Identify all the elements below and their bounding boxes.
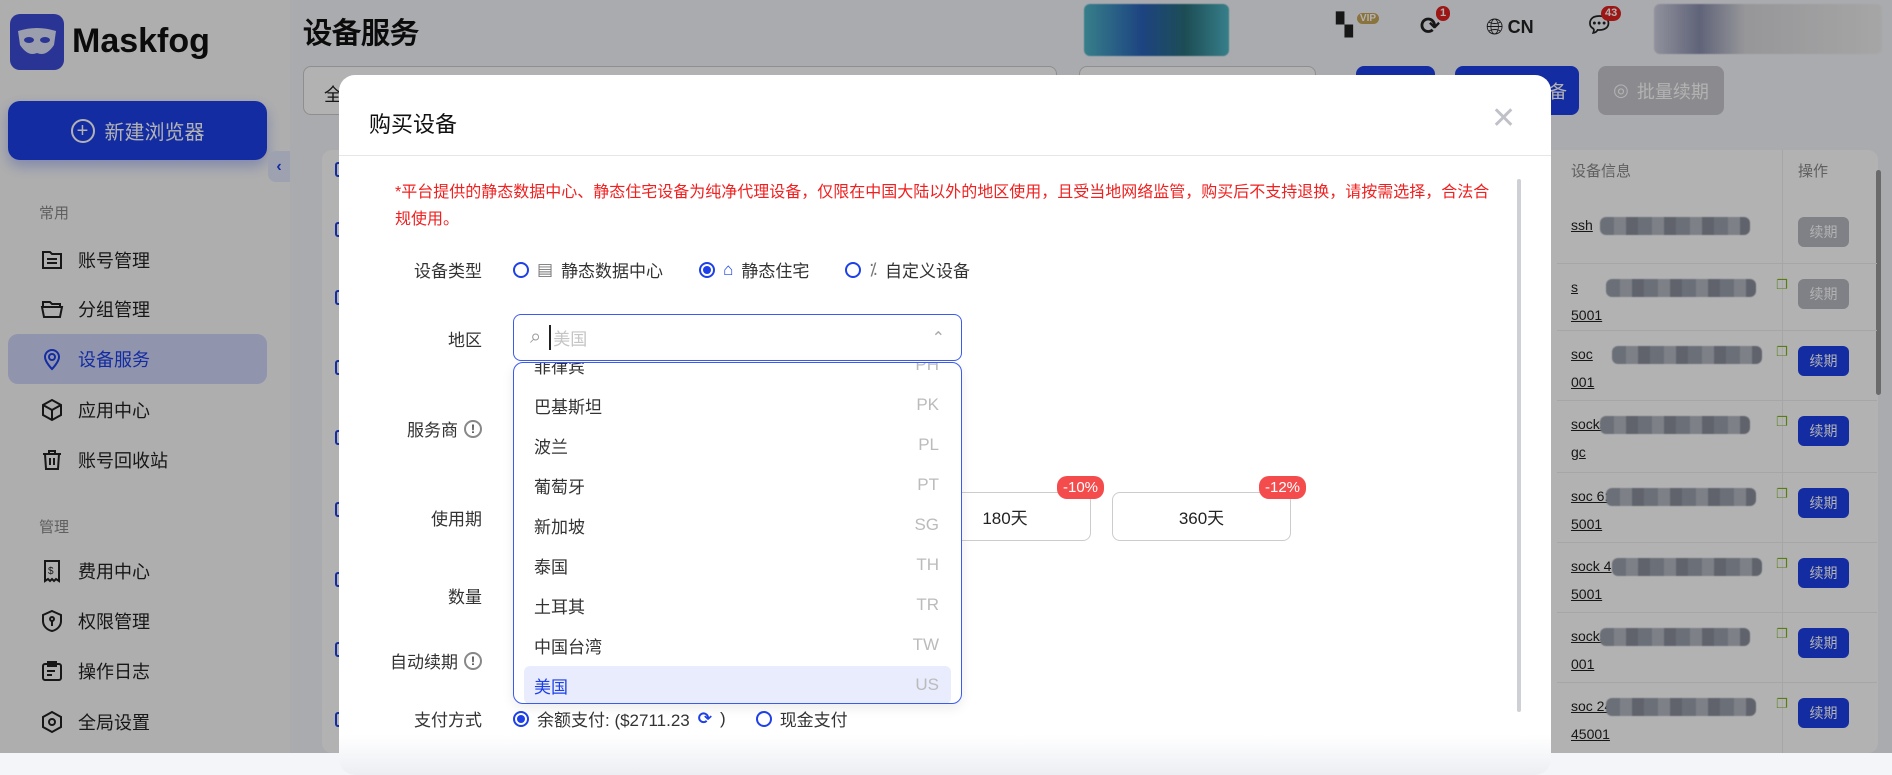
region-option-us[interactable]: 美国 US	[524, 666, 951, 703]
cash-label: 现金支付	[779, 711, 848, 730]
region-option-tr[interactable]: 土耳其 TR	[524, 586, 951, 624]
compliance-warning: *平台提供的静态数据中心、静态住宅设备为纯净代理设备，仅限在中国大陆以外的地区使…	[395, 184, 1490, 228]
server-icon: ▤	[537, 259, 554, 279]
region-name: 波兰	[534, 437, 568, 457]
region-select[interactable]: ⌕ 美国 ⌃	[513, 314, 962, 361]
region-name: 泰国	[534, 557, 568, 577]
period-option-360[interactable]: 360天	[1112, 492, 1291, 541]
info-icon[interactable]: !	[464, 419, 482, 438]
dialog-title: 购买设备	[369, 112, 458, 137]
region-code: PK	[916, 395, 939, 414]
label-region: 地区	[352, 326, 482, 351]
info-icon[interactable]: !	[464, 651, 482, 670]
label-text: 使用期	[431, 510, 482, 529]
region-code: PT	[917, 475, 939, 494]
label-text: 数量	[448, 588, 482, 607]
radio-label: 自定义设备	[885, 262, 970, 281]
region-code: SG	[914, 515, 939, 534]
radio-label: 静态住宅	[741, 262, 810, 281]
region-code: PH	[915, 362, 939, 374]
radio-balance-payment[interactable]: 余额支付: ($2711.23 ⟳)	[513, 706, 726, 731]
label-text: 服务商	[407, 421, 458, 440]
region-name: 新加坡	[534, 517, 585, 537]
region-dropdown: 菲律宾 PH 巴基斯坦 PK 波兰 PL 葡萄牙 PT 新加坡 SG 泰国 TH 土耳其 TR 中国台湾 TW…	[513, 362, 962, 704]
radio-cash-payment[interactable]: 现金支付	[755, 706, 848, 731]
radio-circle	[513, 710, 529, 727]
region-name: 中国台湾	[534, 637, 602, 657]
search-icon: ⌕	[530, 326, 542, 348]
label-text: 自动续期	[390, 653, 458, 672]
radio-circle	[755, 710, 772, 727]
radio-label: 静态数据中心	[561, 262, 664, 281]
period-label: 180天	[982, 509, 1028, 528]
close-icon[interactable]: ✕	[1491, 101, 1516, 136]
divider	[339, 155, 1551, 156]
discount-badge: -10%	[1057, 476, 1105, 499]
region-search-input[interactable]: 美国	[549, 325, 587, 350]
region-option-ph[interactable]: 菲律宾 PH	[524, 362, 951, 384]
region-code: TH	[916, 555, 939, 574]
refresh-balance-icon[interactable]: ⟳	[698, 709, 712, 729]
region-option-sg[interactable]: 新加坡 SG	[524, 506, 951, 544]
chevron-up-icon: ⌃	[931, 329, 945, 347]
payment-radio-group: 余额支付: ($2711.23 ⟳) 现金支付	[513, 706, 848, 731]
region-code: US	[915, 675, 939, 694]
magic-wand-icon: ⁒	[869, 259, 877, 279]
region-option-pk[interactable]: 巴基斯坦 PK	[524, 386, 951, 424]
radio-circle	[699, 261, 716, 278]
region-option-pl[interactable]: 波兰 PL	[524, 426, 951, 464]
balance-label: 余额支付: ($2711.23	[537, 711, 690, 730]
radio-static-datacenter[interactable]: ▤ 静态数据中心	[513, 257, 663, 282]
region-name: 美国	[534, 677, 568, 697]
label-device-type: 设备类型	[352, 257, 482, 282]
radio-static-residential[interactable]: ⌂ 静态住宅	[699, 257, 809, 282]
region-code: TR	[916, 595, 939, 614]
label-payment: 支付方式	[352, 706, 482, 731]
radio-circle	[513, 261, 529, 278]
region-option-tw[interactable]: 中国台湾 TW	[524, 626, 951, 664]
region-name: 土耳其	[534, 597, 585, 617]
label-text: 支付方式	[414, 711, 482, 730]
region-code: PL	[918, 435, 939, 454]
radio-circle	[845, 261, 862, 278]
label-period: 使用期	[352, 505, 482, 530]
period-label: 360天	[1178, 509, 1225, 528]
label-provider: 服务商!	[352, 416, 482, 441]
region-code: TW	[912, 635, 939, 654]
region-name: 葡萄牙	[534, 477, 585, 497]
radio-custom-device[interactable]: ⁒ 自定义设备	[845, 257, 970, 282]
region-name: 菲律宾	[534, 362, 585, 377]
dialog-scrollbar[interactable]	[1517, 179, 1521, 712]
buy-device-dialog: 购买设备 ✕ *平台提供的静态数据中心、静态住宅设备为纯净代理设备，仅限在中国大…	[339, 75, 1551, 775]
balance-close-paren: )	[720, 708, 726, 728]
region-option-pt[interactable]: 葡萄牙 PT	[524, 466, 951, 504]
label-text: 地区	[448, 331, 482, 350]
label-text: 设备类型	[414, 262, 482, 281]
footer-fade	[339, 735, 1551, 775]
region-option-th[interactable]: 泰国 TH	[524, 546, 951, 584]
label-quantity: 数量	[352, 583, 482, 608]
region-name: 巴基斯坦	[534, 397, 602, 417]
discount-badge: -12%	[1259, 476, 1307, 499]
device-type-radio-group: ▤ 静态数据中心 ⌂ 静态住宅 ⁒ 自定义设备	[513, 257, 970, 282]
home-signal-icon: ⌂	[723, 259, 734, 279]
label-auto-renew: 自动续期!	[352, 648, 482, 673]
